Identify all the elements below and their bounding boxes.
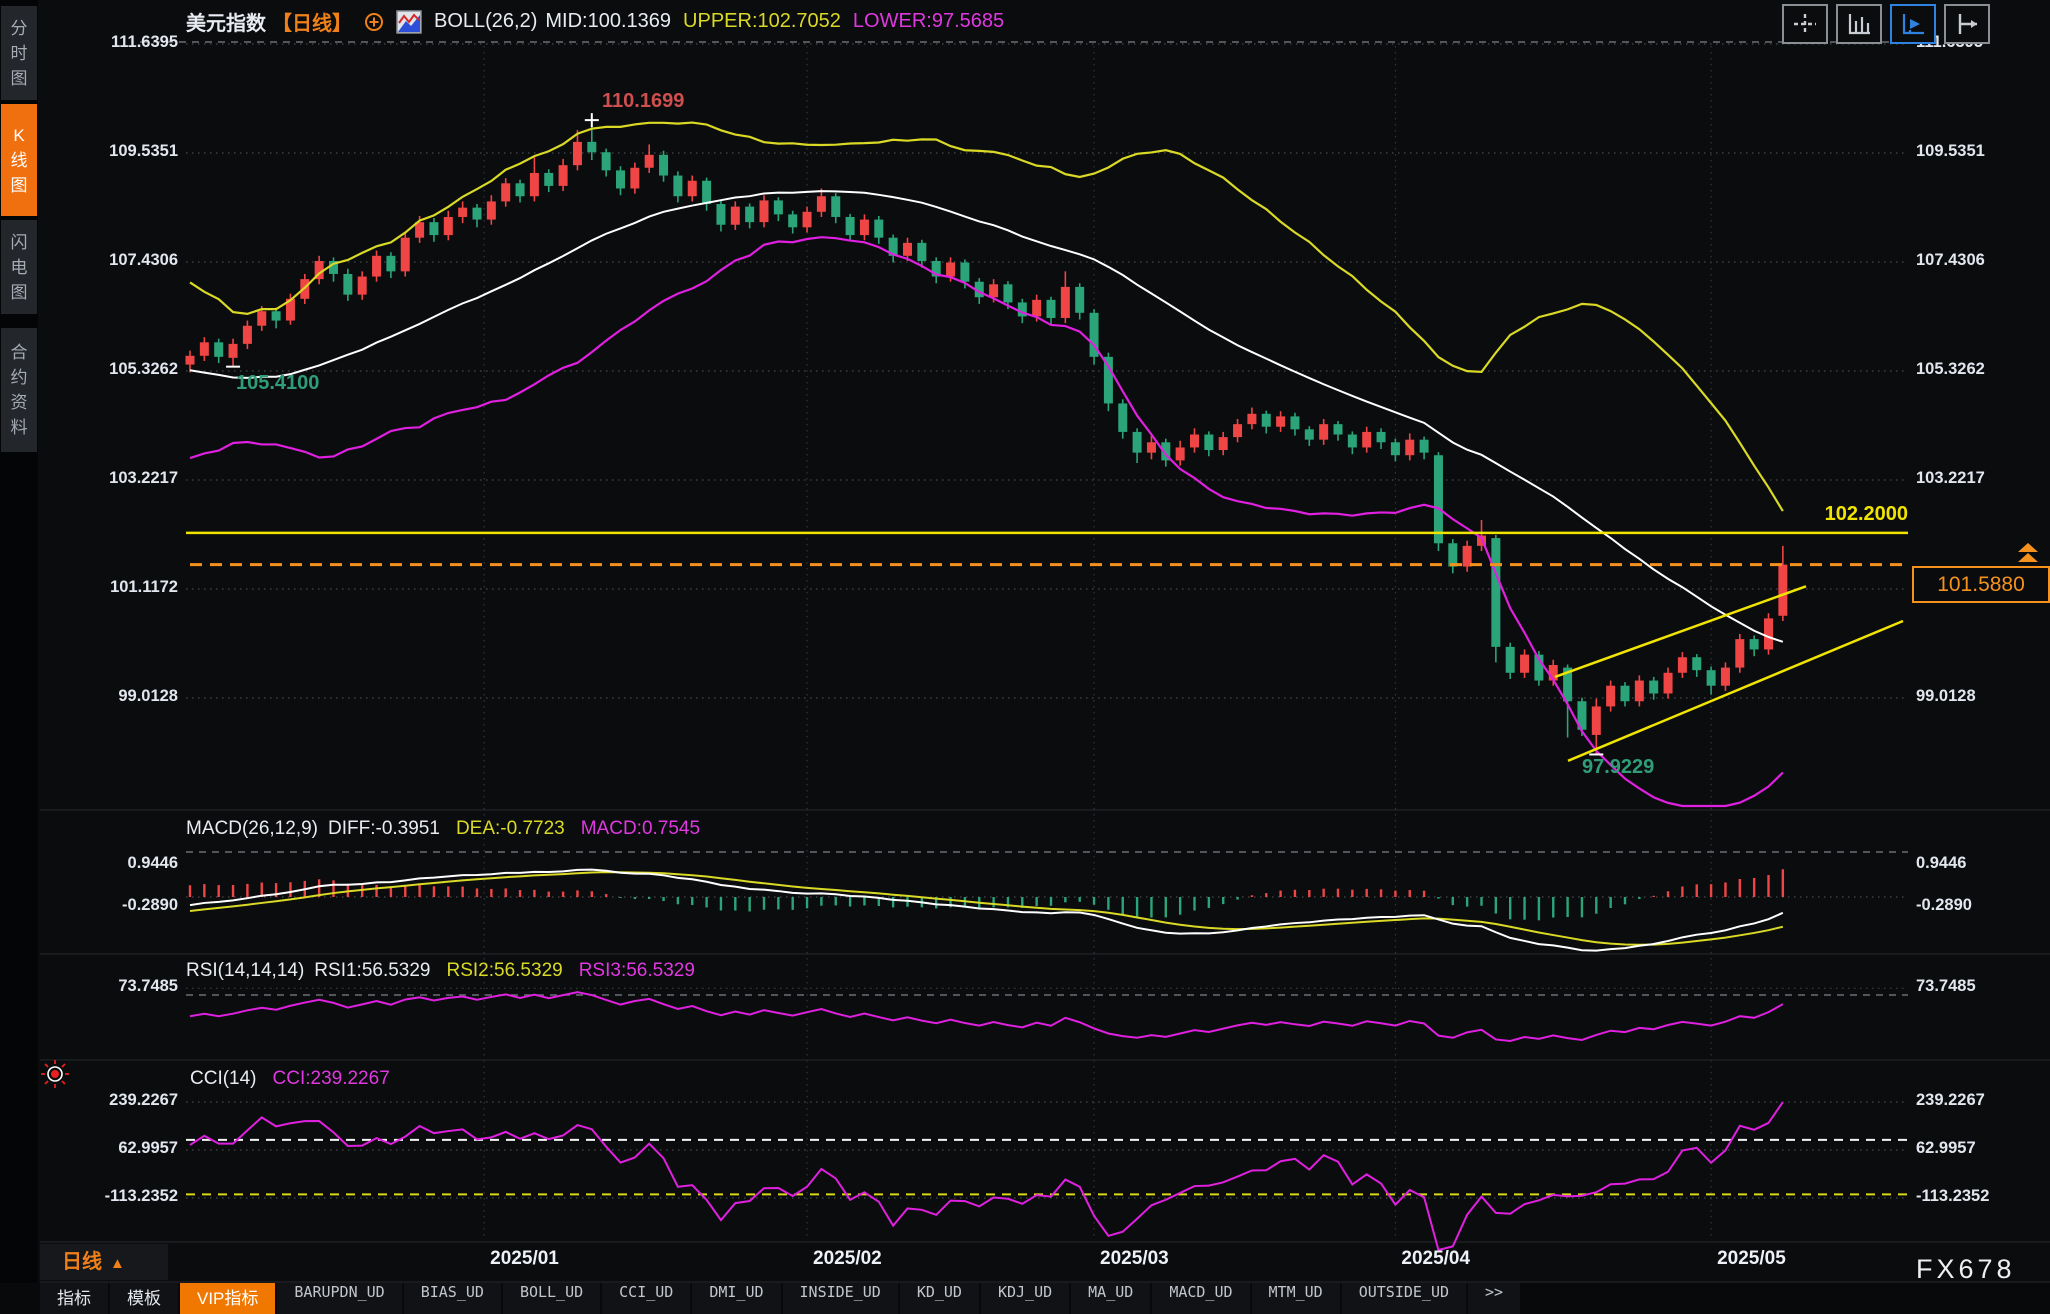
alert-dot-icon	[40, 1059, 70, 1089]
last-price-box: 101.5880	[1912, 566, 2050, 603]
tab-BARUPDN_UD[interactable]: BARUPDN_UD	[277, 1283, 401, 1314]
boll-mid: MID:100.1369	[545, 10, 671, 33]
hline-price-label: 102.2000	[1762, 503, 1908, 526]
tab-指标[interactable]: 指标	[40, 1283, 108, 1314]
axis-shift-icon[interactable]	[1944, 4, 1990, 44]
chart-header: 美元指数 【日线】 BOLL(26,2) MID:100.1369 UPPER:…	[186, 7, 1004, 36]
tab-MA_UD[interactable]: MA_UD	[1071, 1283, 1150, 1314]
rsi-2: RSI2:56.5329	[447, 960, 563, 982]
early-low-annotation: 105.4100	[236, 372, 319, 395]
rsi-indicator-row: RSI(14,14,14) RSI1:56.5329 RSI2:56.5329 …	[186, 960, 695, 982]
chevron-up-icon: ▲	[110, 1255, 125, 1272]
macd-macd: MACD:0.7545	[581, 818, 700, 840]
macd-diff: DIFF:-0.3951	[328, 818, 440, 840]
boll-upper: UPPER:102.7052	[683, 10, 841, 33]
add-indicator-icon[interactable]	[364, 12, 384, 32]
tab-KD_UD[interactable]: KD_UD	[900, 1283, 979, 1314]
high-price-annotation: 110.1699	[602, 90, 684, 113]
tab-BOLL_UD[interactable]: BOLL_UD	[503, 1283, 600, 1314]
pan-icon[interactable]	[1782, 4, 1828, 44]
symbol-title: 美元指数	[186, 7, 266, 36]
tab-BIAS_UD[interactable]: BIAS_UD	[404, 1283, 501, 1314]
boll-lower: LOWER:97.5685	[853, 10, 1004, 33]
chart-type-icon[interactable]	[396, 10, 422, 34]
rsi-3: RSI3:56.5329	[579, 960, 695, 982]
tab-MACD_UD[interactable]: MACD_UD	[1152, 1283, 1249, 1314]
tab-INSIDE_UD[interactable]: INSIDE_UD	[783, 1283, 898, 1314]
trading-terminal: 分时图K线图闪电图合约资料 111.6395111.6395109.535110…	[0, 0, 2050, 1314]
brand-watermark: FX678	[1916, 1254, 2016, 1285]
candlestick-chart[interactable]	[0, 0, 2050, 1314]
rsi-label: RSI(14,14,14)	[186, 960, 304, 982]
cci-value: CCI:239.2267	[273, 1068, 390, 1090]
indicator-tab-bar: 指标模板VIP指标BARUPDN_UDBIAS_UDBOLL_UDCCI_UDD…	[0, 1283, 2050, 1314]
play-scale-icon[interactable]	[1890, 4, 1936, 44]
chart-toolbar	[1782, 4, 1990, 44]
price-up-arrows-icon	[2016, 542, 2040, 566]
cci-label: CCI(14)	[190, 1068, 257, 1090]
tab-MTM_UD[interactable]: MTM_UD	[1252, 1283, 1340, 1314]
cci-indicator-row: CCI(14) CCI:239.2267	[190, 1068, 390, 1090]
tab-CCI_UD[interactable]: CCI_UD	[602, 1283, 690, 1314]
bar-scale-icon[interactable]	[1836, 4, 1882, 44]
tab-DMI_UD[interactable]: DMI_UD	[692, 1283, 780, 1314]
tab-OUTSIDE_UD[interactable]: OUTSIDE_UD	[1342, 1283, 1466, 1314]
period-tag: 【日线】	[272, 7, 352, 36]
main-low-annotation: 97.9229	[1582, 756, 1654, 779]
rsi-1: RSI1:56.5329	[314, 960, 430, 982]
tab-模板[interactable]: 模板	[110, 1283, 178, 1314]
tab-VIP指标[interactable]: VIP指标	[180, 1283, 275, 1314]
macd-indicator-row: MACD(26,12,9) DIFF:-0.3951 DEA:-0.7723 M…	[186, 818, 700, 840]
macd-label: MACD(26,12,9)	[186, 818, 318, 840]
tab->>[interactable]: >>	[1468, 1283, 1520, 1314]
period-selector[interactable]: 日线 ▲	[40, 1244, 168, 1280]
macd-dea: DEA:-0.7723	[456, 818, 565, 840]
tab-KDJ_UD[interactable]: KDJ_UD	[981, 1283, 1069, 1314]
period-label: 日线	[62, 1251, 102, 1273]
boll-label: BOLL(26,2)	[434, 10, 537, 33]
